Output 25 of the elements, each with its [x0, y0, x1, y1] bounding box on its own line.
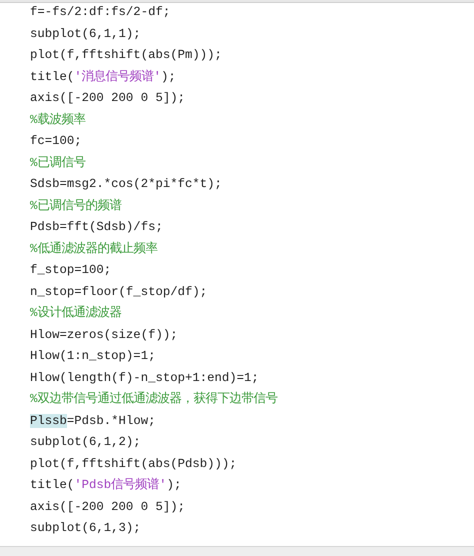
code-line: axis([-200 200 0 5]);: [30, 90, 186, 107]
code-line: %设计低通滤波器: [30, 304, 122, 322]
code-line: %低通滤波器的截止频率: [30, 240, 158, 258]
code-line: Hlow(1:n_stop)=1;: [30, 348, 156, 365]
code-line: Plssb=Pdsb.*Hlow;: [30, 412, 156, 430]
code-line: plot(f,fftshift(abs(Pdsb)));: [30, 456, 238, 472]
code-line: Hlow=zeros(size(f));: [30, 326, 179, 344]
code-line: Pdsb=fft(Sdsb)/fs;: [30, 219, 164, 236]
code-line: title('消息信号频谱');: [30, 68, 177, 86]
code-line: Sdsb=msg2.*cos(2*pi*fc*t);: [30, 176, 223, 193]
code-line: f_stop=100;: [30, 262, 112, 279]
code-line: axis([-200 200 0 5]);: [30, 498, 186, 516]
code-line: Hlow(length(f)-n_stop+1:end)=1;: [30, 370, 260, 386]
code-line: subplot(6,1,3);: [30, 520, 142, 537]
code-line: %载波频率: [30, 112, 86, 128]
code-line: subplot(6,1,2);: [30, 434, 142, 451]
code-line: %已调信号: [30, 154, 86, 172]
code-line: f=-fs/2:df:fs/2-df;: [30, 4, 172, 21]
code-line: %双边带信号通过低通滤波器，获得下边带信号: [30, 390, 278, 408]
code-line: fc=100;: [30, 133, 83, 150]
code-line: title('Pdsb信号频谱');: [30, 476, 182, 494]
code-line: %已调信号的频谱: [30, 198, 122, 214]
code-line: plot(f,fftshift(abs(Pm)));: [30, 47, 223, 64]
code-line: subplot(6,1,1);: [30, 26, 142, 42]
code-line: n_stop=floor(f_stop/df);: [30, 284, 208, 300]
